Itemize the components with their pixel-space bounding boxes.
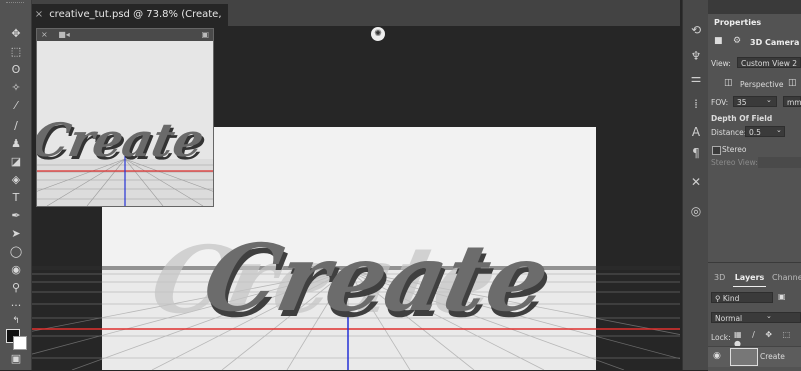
layer-thumbnail — [730, 348, 758, 366]
character-icon[interactable]: A — [687, 124, 705, 140]
preview-render: Create Create — [37, 41, 213, 206]
perspective-icon[interactable]: ◫ — [724, 78, 733, 88]
panel-icon-column: ⟲ ♆ ⚌ ⁞ A ¶ ✕ ◎ — [682, 0, 709, 370]
tools-panel: ✥ ⬚ ʘ ✧ ⁄ ∕ ♟ ◪ ◈ T ✒ ➤ ◯ ◉ ⚲ ··· ↰ ▣ — [0, 0, 32, 370]
chevron-down-icon[interactable]: ⌄ — [766, 312, 772, 320]
blend-mode-select[interactable]: Normal — [711, 312, 801, 323]
expand-icon[interactable]: ▣ — [201, 29, 209, 41]
stereo-view-label: Stereo View: — [711, 158, 758, 167]
eye-icon[interactable]: ◉ — [713, 351, 721, 361]
properties-panel — [708, 14, 801, 262]
brush-tool-icon[interactable]: ∕ — [6, 119, 26, 133]
image-filter-icon[interactable]: ▣ — [778, 292, 788, 303]
path-selection-tool-icon[interactable]: ➤ — [6, 227, 26, 241]
close-icon[interactable]: × — [41, 30, 48, 39]
tab-3d[interactable]: 3D — [714, 270, 725, 286]
layer-name: Create — [760, 352, 785, 361]
camera-icon[interactable]: ■◂ — [58, 30, 70, 39]
tools-options-icon[interactable]: ✕ — [687, 174, 705, 190]
paragraph-icon[interactable]: ¶ — [687, 145, 705, 161]
search-icon: ⚲ — [715, 294, 721, 303]
3d-secondary-view[interactable]: × ■◂ ▣ Create Create — [36, 28, 214, 207]
libraries-icon[interactable]: ◎ — [687, 203, 705, 219]
pen-tool-icon[interactable]: ✒ — [6, 209, 26, 223]
fov-unit-select[interactable]: mm — [783, 96, 801, 107]
chevron-down-icon[interactable]: ⌄ — [766, 96, 772, 104]
move-tool-icon[interactable]: ✥ — [6, 27, 26, 41]
kind-label: Kind — [722, 294, 740, 303]
type-tool-icon[interactable]: T — [6, 191, 26, 205]
chevron-down-icon[interactable]: ⌄ — [776, 126, 782, 134]
swap-colors-icon[interactable]: ↰ — [6, 314, 26, 328]
fov-label: FOV: — [711, 98, 729, 107]
shape-tool-icon[interactable]: ◯ — [6, 245, 26, 259]
eraser-tool-icon[interactable]: ◪ — [6, 155, 26, 169]
zoom-tool-icon[interactable]: ⚲ — [6, 281, 26, 295]
view-select[interactable]: Custom View 2 — [737, 57, 801, 68]
background-color-swatch[interactable] — [13, 336, 27, 350]
distance-label: Distance: — [711, 128, 747, 137]
info-icon[interactable]: ⁞ — [687, 96, 705, 112]
document-tab[interactable]: × creative_tut.psd @ 73.8% (Create, RGB/… — [32, 4, 228, 42]
panel-header-bar — [708, 0, 801, 14]
close-tab-icon[interactable]: × — [32, 4, 46, 26]
tab-layers[interactable]: Layers — [733, 270, 766, 287]
preview-create-text: Create — [37, 112, 209, 166]
3d-tool-icon[interactable]: ◉ — [6, 263, 26, 277]
history-icon[interactable]: ⟲ — [687, 22, 705, 38]
orientation-widget-icon[interactable]: ✺ — [371, 27, 385, 41]
view-label: View: — [711, 59, 731, 68]
tab-channels[interactable]: Channe — [772, 270, 801, 286]
3d-camera-label: 3D Camera — [750, 38, 800, 47]
more-tools-icon[interactable]: ··· — [6, 299, 26, 313]
lasso-tool-icon[interactable]: ʘ — [6, 63, 26, 77]
eyedropper-tool-icon[interactable]: ⁄ — [6, 99, 26, 113]
paint-bucket-tool-icon[interactable]: ◈ — [6, 173, 26, 187]
marquee-tool-icon[interactable]: ⬚ — [6, 45, 26, 59]
brush-presets-icon[interactable]: ♆ — [687, 48, 705, 64]
panel-grip[interactable] — [6, 2, 24, 6]
create-3d-text[interactable]: Create — [195, 224, 559, 332]
properties-title: Properties — [714, 18, 762, 27]
adjustments-icon[interactable]: ⚌ — [687, 70, 705, 86]
magic-wand-tool-icon[interactable]: ✧ — [6, 81, 26, 95]
filter-kind-select[interactable]: ⚲ Kind — [711, 292, 773, 303]
stereo-label: Stereo — [722, 145, 747, 154]
stamp-tool-icon[interactable]: ♟ — [6, 137, 26, 151]
depth-of-field-label: Depth Of Field — [711, 114, 773, 123]
lock-label: Lock: — [711, 333, 731, 342]
preview-header: × ■◂ ▣ — [37, 29, 213, 41]
stereo-view-select — [758, 157, 801, 168]
orthographic-icon[interactable]: ◫ — [788, 78, 797, 88]
camera-settings-icon[interactable]: ⚙ — [733, 36, 749, 50]
video-camera-icon: ■ — [714, 36, 723, 46]
stereo-checkbox[interactable] — [712, 146, 721, 155]
perspective-label: Perspective — [740, 80, 784, 89]
screen-mode-icon[interactable]: ▣ — [6, 352, 26, 366]
